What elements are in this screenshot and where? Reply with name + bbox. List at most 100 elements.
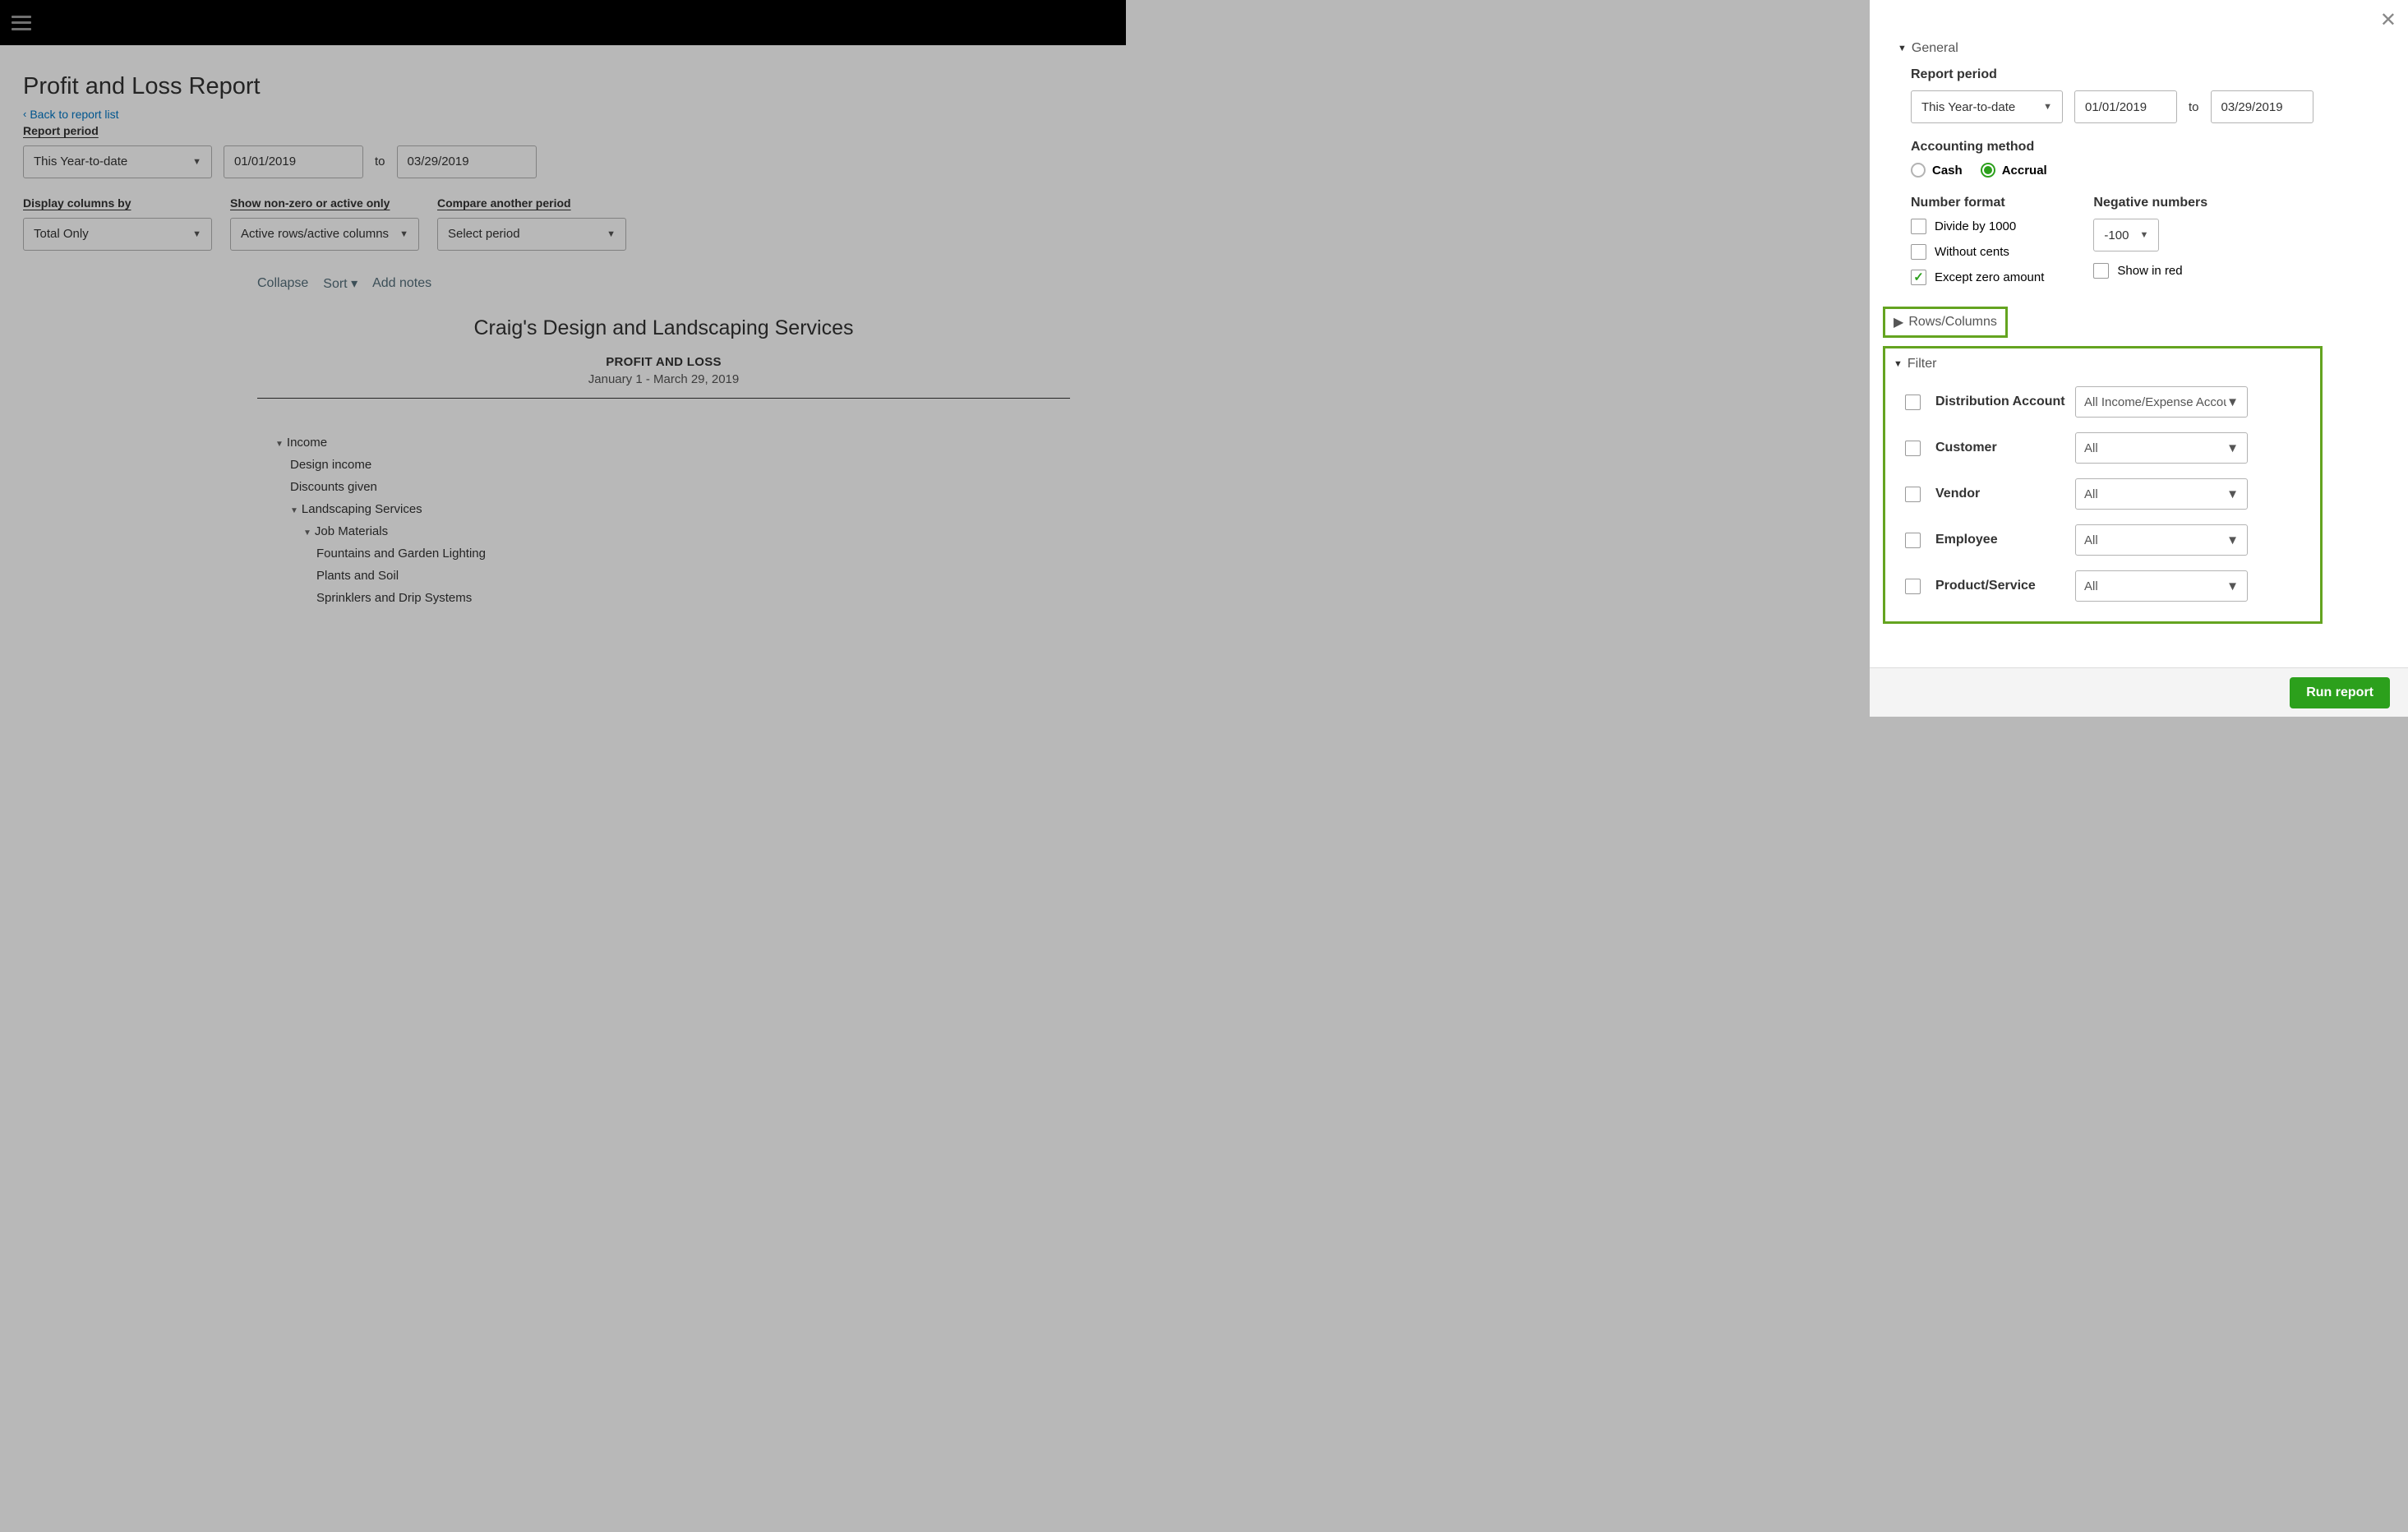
triangle-down-icon: ▼ (1894, 359, 1903, 369)
radio-accrual[interactable]: Accrual (1981, 163, 2047, 178)
caret-down-icon: ▾ (351, 277, 358, 291)
divider (257, 398, 1070, 399)
filter-select[interactable]: All▼ (2075, 432, 2248, 464)
cb-show-red[interactable]: Show in red (2093, 263, 2207, 279)
tree-row[interactable]: Design income (257, 454, 1070, 476)
caret-down-icon: ▼ (2226, 533, 2239, 547)
options-row: Display columns by Total Only▼ Show non-… (23, 196, 1103, 251)
checkbox-icon (2093, 263, 2109, 279)
caret-down-icon: ▼ (2226, 579, 2239, 593)
company-name: Craig's Design and Landscaping Services (257, 316, 1070, 340)
display-columns-select[interactable]: Total Only▼ (23, 218, 212, 251)
checkbox-icon[interactable] (1905, 579, 1921, 594)
report-name: PROFIT AND LOSS (257, 355, 1070, 369)
triangle-down-icon: ▼ (1898, 44, 1907, 53)
checkbox-checked-icon (1911, 270, 1926, 285)
filter-row: CustomerAll▼ (1905, 432, 2305, 464)
checkbox-icon[interactable] (1905, 395, 1921, 410)
filter-select[interactable]: All▼ (2075, 524, 2248, 556)
date-to-input[interactable]: 03/29/2019 (397, 145, 537, 178)
back-link[interactable]: ‹ Back to report list (23, 108, 119, 121)
checkbox-icon[interactable] (1905, 441, 1921, 456)
caret-down-icon: ▼ (2226, 395, 2239, 409)
filter-section-head[interactable]: ▼ Filter (1894, 357, 2305, 371)
show-nonzero-select[interactable]: Active rows/active columns▼ (230, 218, 419, 251)
filter-select[interactable]: All Income/Expense Accounts▼ (2075, 386, 2248, 418)
checkbox-icon (1911, 219, 1926, 234)
date-range: January 1 - March 29, 2019 (257, 372, 1070, 386)
caret-down-icon: ▼ (2043, 102, 2052, 112)
checkbox-icon[interactable] (1905, 487, 1921, 502)
cb-except-zero[interactable]: Except zero amount (1911, 270, 2044, 285)
checkbox-icon[interactable] (1905, 533, 1921, 548)
report-period-label: Report period (23, 124, 1103, 137)
filter-select[interactable]: All▼ (2075, 478, 2248, 510)
tree-label: Sprinklers and Drip Systems (316, 591, 472, 605)
caret-down-icon: ▼ (192, 157, 201, 167)
radio-checked-icon (1981, 163, 1995, 178)
report-tree: ▼IncomeDesign incomeDiscounts given▼Land… (257, 431, 1070, 609)
caret-down-icon: ▼ (2140, 230, 2149, 240)
tree-row[interactable]: ▼Job Materials (257, 520, 1070, 542)
report-toolbar: Collapse Sort ▾ Add notes (257, 275, 1070, 292)
tree-row[interactable]: ▼Income (257, 431, 1070, 454)
number-format-label: Number format (1911, 196, 2044, 210)
show-nonzero-label: Show non-zero or active only (230, 196, 419, 210)
filter-select[interactable]: All▼ (2075, 570, 2248, 602)
run-report-button[interactable]: Run report (2290, 677, 2390, 708)
caret-down-icon: ▼ (2226, 487, 2239, 501)
filter-row: EmployeeAll▼ (1905, 524, 2305, 556)
panel-period-select[interactable]: This Year-to-date▼ (1911, 90, 2063, 123)
back-link-text: Back to report list (30, 108, 118, 121)
tree-row[interactable]: ▼ Landscaping Services (257, 498, 1070, 520)
tree-row[interactable]: Sprinklers and Drip Systems (257, 587, 1070, 609)
rows-columns-section-head[interactable]: ▶ Rows/Columns (1883, 307, 2008, 338)
caret-down-icon: ▼ (607, 229, 616, 239)
filter-label: Customer (1935, 441, 2075, 455)
negative-numbers-label: Negative numbers (2093, 196, 2207, 210)
tree-row[interactable]: Fountains and Garden Lighting (257, 542, 1070, 565)
collapse-link[interactable]: Collapse (257, 276, 308, 291)
cb-divide-1000[interactable]: Divide by 1000 (1911, 219, 2044, 234)
negative-select[interactable]: -100▼ (2093, 219, 2159, 251)
caret-down-icon: ▼ (399, 229, 408, 239)
tree-label: Plants and Soil (316, 569, 399, 583)
radio-icon (1911, 163, 1926, 178)
tree-row[interactable]: Discounts given (257, 476, 1070, 498)
panel-date-from[interactable]: 01/01/2019 (2074, 90, 2177, 123)
triangle-down-icon: ▼ (290, 506, 298, 515)
caret-down-icon: ▼ (192, 229, 201, 239)
general-section-head[interactable]: ▼ General (1898, 41, 2380, 56)
close-icon[interactable]: ✕ (2380, 8, 2396, 32)
tree-label: Job Materials (315, 524, 388, 538)
filter-section: ▼ Filter Distribution AccountAll Income/… (1883, 346, 2323, 624)
panel-to-text: to (2189, 100, 2199, 114)
addnotes-link[interactable]: Add notes (372, 276, 431, 291)
filter-row: Product/ServiceAll▼ (1905, 570, 2305, 602)
period-select[interactable]: This Year-to-date▼ (23, 145, 212, 178)
filter-label: Employee (1935, 533, 2075, 547)
filter-label: Distribution Account (1935, 395, 2075, 409)
compare-select[interactable]: Select period▼ (437, 218, 626, 251)
tree-label: Discounts given (290, 480, 377, 494)
radio-cash[interactable]: Cash (1911, 163, 1963, 178)
accounting-method-label: Accounting method (1911, 140, 2380, 155)
cb-without-cents[interactable]: Without cents (1911, 244, 2044, 260)
period-row: This Year-to-date▼ 01/01/2019 to 03/29/2… (23, 145, 1103, 178)
filter-label: Vendor (1935, 487, 2075, 501)
report-body: Collapse Sort ▾ Add notes Craig's Design… (257, 275, 1070, 609)
checkbox-icon (1911, 244, 1926, 260)
date-from-input[interactable]: 01/01/2019 (224, 145, 363, 178)
tree-label: Income (287, 436, 327, 450)
top-bar (0, 0, 1126, 45)
filter-row: Distribution AccountAll Income/Expense A… (1905, 386, 2305, 418)
display-columns-label: Display columns by (23, 196, 212, 210)
sort-link[interactable]: Sort ▾ (323, 275, 358, 292)
panel-date-to[interactable]: 03/29/2019 (2211, 90, 2313, 123)
hamburger-icon[interactable] (12, 16, 31, 30)
tree-label: Fountains and Garden Lighting (316, 547, 486, 561)
triangle-down-icon: ▼ (275, 440, 284, 449)
tree-label: Landscaping Services (302, 502, 422, 516)
tree-row[interactable]: Plants and Soil (257, 565, 1070, 587)
tree-label: Design income (290, 458, 371, 472)
